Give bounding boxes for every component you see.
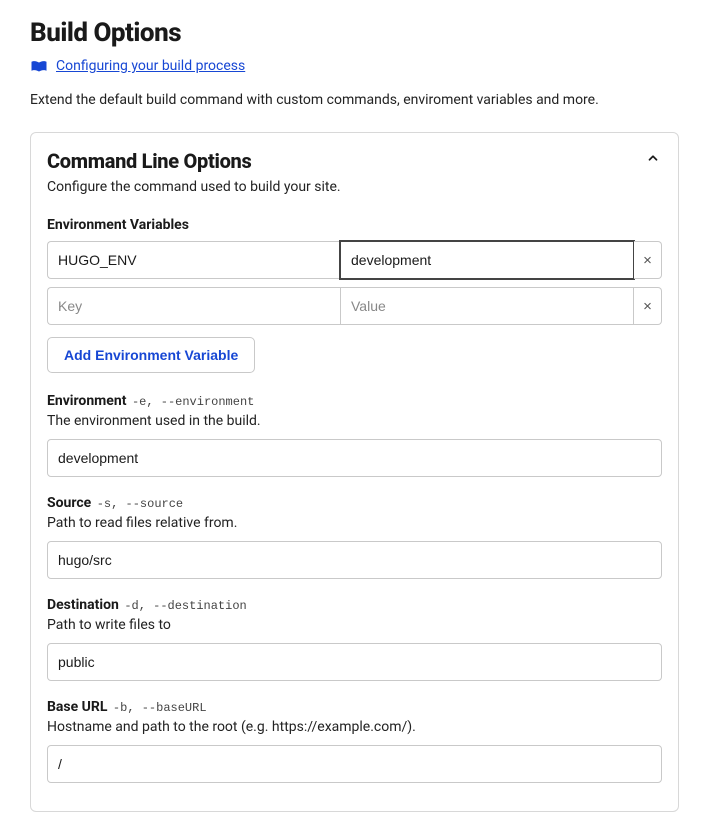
field-input[interactable] <box>47 439 662 477</box>
help-link[interactable]: Configuring your build process <box>56 58 245 74</box>
field-help-text: Hostname and path to the root (e.g. http… <box>47 719 662 735</box>
env-value-input[interactable] <box>340 287 634 325</box>
field-label-text: Destination <box>47 597 122 613</box>
field-help-text: Path to write files to <box>47 617 662 633</box>
field-flag: -d, --destination <box>124 599 246 613</box>
env-section-label: Environment Variables <box>47 217 662 233</box>
card-header: Command Line Options Configure the comma… <box>47 149 662 217</box>
page-title: Build Options <box>30 18 679 48</box>
field-flag: -b, --baseURL <box>113 701 207 715</box>
field-block: Source -s, --source Path to read files re… <box>47 495 662 579</box>
card-subtitle: Configure the command used to build your… <box>47 179 644 195</box>
field-label: Destination -d, --destination <box>47 597 662 613</box>
close-icon: × <box>643 298 652 315</box>
page-description: Extend the default build command with cu… <box>30 92 679 108</box>
field-label-text: Base URL <box>47 699 111 715</box>
env-value-input[interactable] <box>340 241 634 279</box>
close-icon: × <box>643 252 652 269</box>
add-env-var-button[interactable]: Add Environment Variable <box>47 337 255 373</box>
field-block: Destination -d, --destination Path to wri… <box>47 597 662 681</box>
help-link-row: Configuring your build process <box>30 58 679 74</box>
env-row: × <box>47 287 662 325</box>
env-remove-button[interactable]: × <box>634 241 662 279</box>
field-help-text: Path to read files relative from. <box>47 515 662 531</box>
book-icon <box>30 59 48 73</box>
field-label: Base URL -b, --baseURL <box>47 699 662 715</box>
field-block: Base URL -b, --baseURL Hostname and path … <box>47 699 662 783</box>
command-line-options-card: Command Line Options Configure the comma… <box>30 132 679 812</box>
field-label: Environment -e, --environment <box>47 393 662 409</box>
collapse-button[interactable] <box>644 149 662 170</box>
field-input[interactable] <box>47 643 662 681</box>
field-flag: -s, --source <box>97 497 183 511</box>
field-input[interactable] <box>47 745 662 783</box>
field-help-text: The environment used in the build. <box>47 413 662 429</box>
env-key-input[interactable] <box>47 287 340 325</box>
field-label-text: Environment <box>47 393 130 409</box>
env-remove-button[interactable]: × <box>634 287 662 325</box>
chevron-up-icon <box>646 153 660 168</box>
field-flag: -e, --environment <box>132 395 254 409</box>
env-row: × <box>47 241 662 279</box>
field-label: Source -s, --source <box>47 495 662 511</box>
field-input[interactable] <box>47 541 662 579</box>
field-block: Environment -e, --environment The environ… <box>47 393 662 477</box>
field-label-text: Source <box>47 495 95 511</box>
env-key-input[interactable] <box>47 241 340 279</box>
card-title: Command Line Options <box>47 149 644 173</box>
